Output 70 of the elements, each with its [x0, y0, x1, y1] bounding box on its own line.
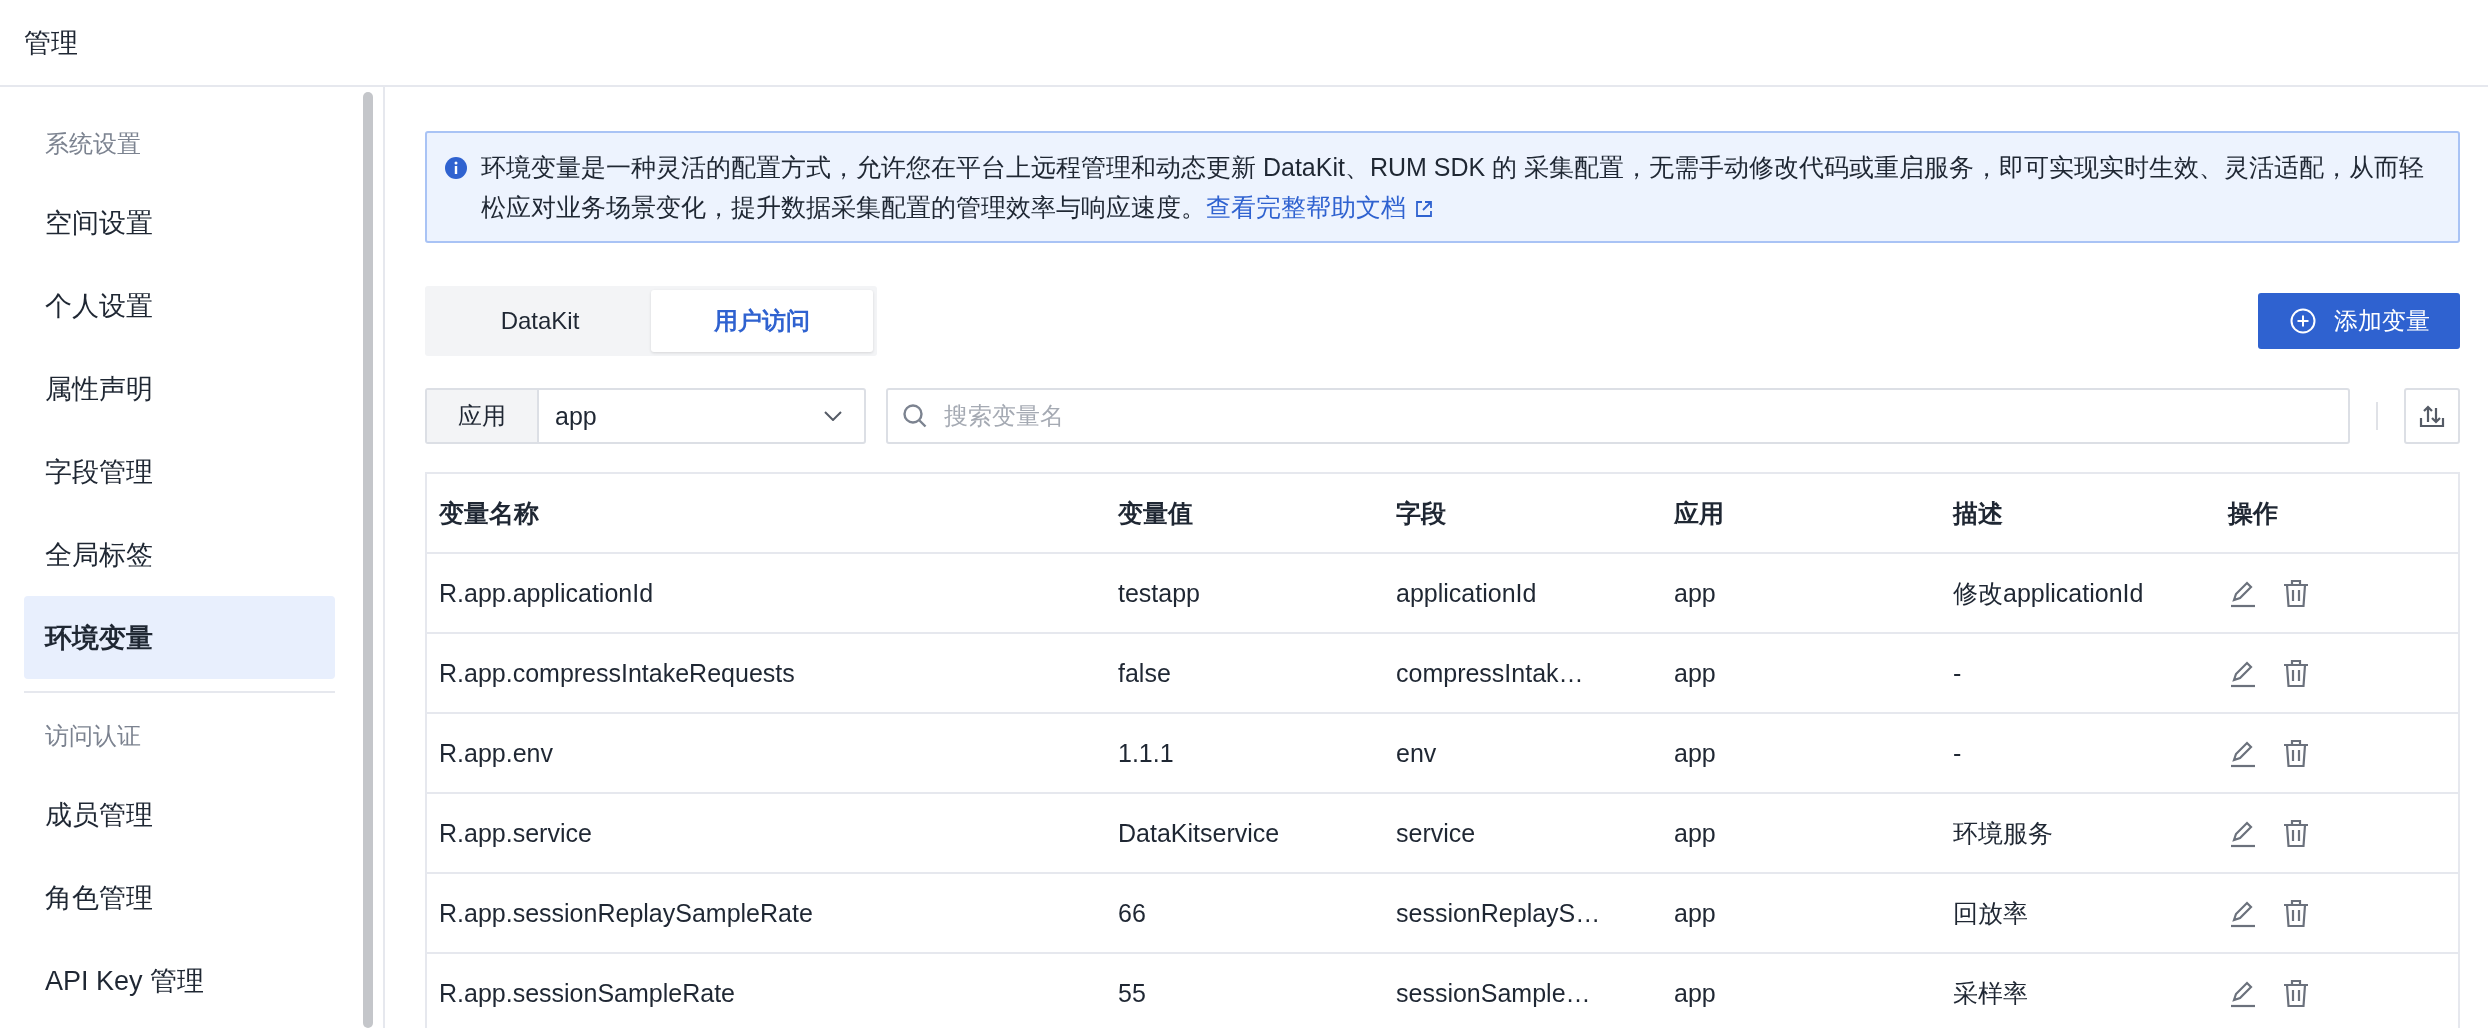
scrollbar[interactable] — [363, 92, 373, 1028]
sidebar-item[interactable]: 空间设置 — [24, 181, 335, 264]
column-header: 操作 — [2228, 497, 2279, 529]
delete-icon[interactable] — [2282, 658, 2310, 688]
table-cell-text: app — [1674, 578, 1717, 608]
banner-text: 环境变量是一种灵活的配置方式，允许您在平台上远程管理和动态更新 DataKit、RUM SDK 的 采集配置，无需手动修改代码或重启服务，即可实现实时生效、灵活适配，从而轻松应对业务场景变化，提升数据采集配置的管理效率与响应速度。查看完整帮助文档 — [481, 152, 2426, 223]
app-dropdown[interactable]: app — [539, 390, 864, 442]
table-cell-text: R.app.service — [439, 818, 593, 848]
table-cell-text: app — [1674, 898, 1717, 928]
table-cell-text: app — [1674, 818, 1717, 848]
tab[interactable]: DataKit — [429, 290, 651, 352]
delete-icon[interactable] — [2282, 898, 2310, 928]
table-cell-text: 55 — [1118, 978, 1147, 1008]
table-cell-text: compressIntak… — [1396, 658, 1585, 688]
table-cell-text: 66 — [1118, 898, 1147, 928]
column-header: 应用 — [1674, 497, 1725, 529]
sidebar-item[interactable]: 成员管理 — [24, 773, 335, 856]
chevron-down-icon — [824, 411, 842, 421]
table-cell-text: - — [1953, 738, 1963, 768]
table-cell-text: env — [1396, 738, 1438, 768]
external-link-icon — [1414, 199, 1434, 219]
add-variable-button[interactable]: 添加变量 — [2258, 293, 2460, 349]
sidebar-section-label: 系统设置 — [44, 129, 142, 159]
table-cell-text: app — [1674, 738, 1717, 768]
export-icon — [2419, 404, 2445, 428]
table-cell-text: 环境服务 — [1953, 817, 2054, 849]
page-title: 管理 — [24, 26, 78, 60]
table-cell-text: DataKitservice — [1118, 818, 1281, 848]
table-cell-text: R.app.sessionSampleRate — [439, 978, 736, 1008]
delete-icon[interactable] — [2282, 978, 2310, 1008]
table-cell-text: R.app.compressIntakeRequests — [439, 658, 796, 688]
sidebar-section-label: 访问认证 — [44, 721, 142, 751]
table-cell-text: 修改applicationId — [1953, 577, 2145, 609]
table-cell-text: false — [1118, 658, 1172, 688]
tab[interactable]: 用户访问 — [651, 290, 873, 352]
table-cell-text: applicationId — [1396, 578, 1538, 608]
delete-icon[interactable] — [2282, 738, 2310, 768]
column-header: 描述 — [1953, 497, 2004, 529]
sidebar-item[interactable]: 角色管理 — [24, 856, 335, 939]
table-cell-text: sessionReplayS… — [1396, 898, 1602, 928]
table-cell-text: R.app.applicationId — [439, 578, 655, 608]
sidebar-item[interactable]: 字段管理 — [24, 430, 335, 513]
column-header: 字段 — [1396, 497, 1447, 529]
search-field[interactable]: 搜索变量名 — [886, 388, 2350, 444]
table-cell-text: 1.1.1 — [1118, 738, 1175, 768]
delete-icon[interactable] — [2282, 818, 2310, 848]
table-cell-text: 回放率 — [1953, 897, 2029, 929]
table-cell-text: app — [1674, 658, 1717, 688]
export-button[interactable] — [2404, 388, 2460, 444]
sidebar-item[interactable]: 属性声明 — [24, 347, 335, 430]
help-doc-link[interactable]: 查看完整帮助文档 — [1206, 193, 1434, 221]
search-icon — [902, 403, 928, 429]
delete-icon[interactable] — [2282, 578, 2310, 608]
table-cell-text: R.app.env — [439, 738, 554, 768]
table-cell-text: 采样率 — [1953, 977, 2029, 1009]
plus-circle-icon — [2290, 308, 2316, 334]
table-cell-text: app — [1674, 978, 1717, 1008]
column-header: 变量值 — [1118, 497, 1194, 529]
column-header: 变量名称 — [439, 497, 540, 529]
table-cell-text: testapp — [1118, 578, 1201, 608]
table-cell-text: R.app.sessionReplaySampleRate — [439, 898, 814, 928]
filter-label: 应用 — [427, 390, 539, 442]
sidebar-item[interactable]: 个人设置 — [24, 264, 335, 347]
sidebar-item[interactable]: API Key 管理 — [24, 939, 335, 1022]
sidebar-item[interactable]: 全局标签 — [24, 513, 335, 596]
info-icon — [445, 157, 467, 179]
sidebar-item[interactable]: 环境变量 — [24, 596, 335, 679]
table-cell-text: service — [1396, 818, 1477, 848]
table-cell-text: sessionSample… — [1396, 978, 1592, 1008]
table-cell-text: - — [1953, 658, 1963, 688]
